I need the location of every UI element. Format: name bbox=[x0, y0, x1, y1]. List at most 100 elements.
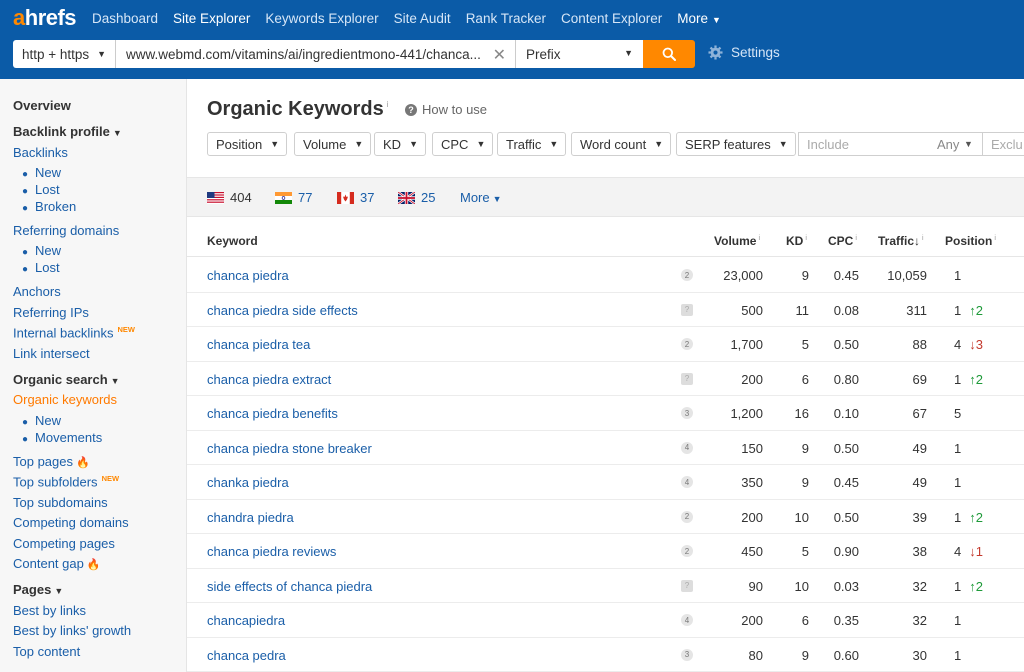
sidebar-referring-new[interactable]: ● New bbox=[22, 243, 61, 258]
filter-word-count[interactable]: Word count ▼ bbox=[571, 132, 672, 156]
sidebar-backlinks-lost[interactable]: ● Lost bbox=[22, 182, 60, 197]
serp-features-badge[interactable]: ? bbox=[681, 303, 693, 316]
include-match-select[interactable]: Any bbox=[937, 137, 959, 152]
serp-features-badge[interactable]: 2 bbox=[681, 545, 693, 557]
keyword-link[interactable]: chanca piedra reviews bbox=[207, 544, 336, 559]
sidebar-best-by-links-growth[interactable]: Best by links' growth bbox=[13, 623, 131, 638]
sidebar-anchors[interactable]: Anchors bbox=[13, 284, 61, 299]
sidebar-top-content[interactable]: Top content bbox=[13, 644, 80, 659]
clear-icon[interactable]: ✕ bbox=[493, 45, 506, 65]
col-traffic[interactable]: Traffic↓ i bbox=[878, 234, 924, 248]
keyword-link[interactable]: chanca pedra bbox=[207, 648, 286, 663]
settings-link[interactable]: Settings bbox=[708, 45, 780, 60]
table-row[interactable]: chanca piedra stone breaker 4 150 9 0.50 49 1 bbox=[187, 431, 1024, 465]
info-icon[interactable]: i bbox=[387, 100, 389, 109]
sidebar-competing-pages[interactable]: Competing pages bbox=[13, 536, 115, 551]
sidebar-organic-keywords[interactable]: Organic keywords bbox=[13, 392, 117, 407]
col-kd[interactable]: KD i bbox=[786, 234, 807, 248]
serp-features-badge[interactable]: 3 bbox=[681, 407, 693, 419]
include-input[interactable]: Include Any ▼ bbox=[798, 132, 983, 156]
serp-features-badge[interactable]: ? bbox=[681, 579, 693, 592]
table-row[interactable]: chancapiedra 4 200 6 0.35 32 1 bbox=[187, 603, 1024, 638]
sidebar-backlinks-broken[interactable]: ● Broken bbox=[22, 199, 76, 214]
nav-rank-tracker[interactable]: Rank Tracker bbox=[466, 11, 546, 26]
sidebar-content-gap[interactable]: Content gap 🔥 bbox=[13, 556, 101, 571]
sidebar-link-intersect[interactable]: Link intersect bbox=[13, 346, 90, 361]
sidebar-overview[interactable]: Overview bbox=[13, 98, 71, 113]
nav-content-explorer[interactable]: Content Explorer bbox=[561, 11, 662, 26]
sidebar-pages[interactable]: Pages ▼ bbox=[13, 582, 63, 597]
nav-more[interactable]: More ▼ bbox=[677, 11, 721, 26]
exclude-input[interactable]: Exclu bbox=[982, 132, 1024, 156]
sidebar-competing-domains[interactable]: Competing domains bbox=[13, 515, 129, 530]
filter-serp-features[interactable]: SERP features ▼ bbox=[676, 132, 796, 156]
countries-more[interactable]: More ▼ bbox=[460, 190, 502, 205]
sidebar-organic-search[interactable]: Organic search ▼ bbox=[13, 372, 120, 387]
table-row[interactable]: chanca piedra tea 2 1,700 5 0.50 88 4 ↓3 bbox=[187, 327, 1024, 362]
country-us[interactable]: 404 bbox=[207, 190, 252, 205]
nav-site-explorer[interactable]: Site Explorer bbox=[173, 11, 250, 26]
serp-features-badge[interactable]: 2 bbox=[681, 338, 693, 350]
filter-cpc[interactable]: CPC ▼ bbox=[432, 132, 494, 156]
sidebar-referring-lost[interactable]: ● Lost bbox=[22, 260, 60, 275]
col-position[interactable]: Position i bbox=[945, 234, 996, 248]
how-to-use-link[interactable]: ? How to use bbox=[405, 102, 487, 117]
keyword-link[interactable]: chanca piedra side effects bbox=[207, 303, 358, 318]
keyword-link[interactable]: chanca piedra extract bbox=[207, 372, 331, 387]
sidebar-referring-ips[interactable]: Referring IPs bbox=[13, 305, 89, 320]
keyword-link[interactable]: chanka piedra bbox=[207, 475, 289, 490]
search-button[interactable] bbox=[643, 40, 695, 68]
sidebar-backlinks[interactable]: Backlinks bbox=[13, 145, 68, 160]
col-cpc[interactable]: CPC i bbox=[828, 234, 857, 248]
protocol-select[interactable]: http + https ▼ bbox=[13, 40, 116, 68]
sidebar-referring-domains[interactable]: Referring domains bbox=[13, 223, 119, 238]
sidebar-top-pages[interactable]: Top pages 🔥 bbox=[13, 454, 90, 469]
sidebar-organic-new[interactable]: ● New bbox=[22, 413, 61, 428]
table-row[interactable]: chanca piedra benefits 3 1,200 16 0.10 67 5 bbox=[187, 396, 1024, 431]
serp-features-badge[interactable]: 4 bbox=[681, 614, 693, 626]
filter-volume[interactable]: Volume ▼ bbox=[294, 132, 372, 156]
sidebar-top-subfolders[interactable]: Top subfolders NEW bbox=[13, 474, 119, 489]
serp-features-badge[interactable]: 3 bbox=[681, 648, 693, 661]
table-row[interactable]: chanca piedra extract? 200 6 0.80 69 1 ↑2 bbox=[187, 362, 1024, 396]
serp-features-badge[interactable]: 4 bbox=[681, 441, 693, 454]
sidebar-top-subdomains[interactable]: Top subdomains bbox=[13, 495, 108, 510]
filter-kd[interactable]: KD ▼ bbox=[374, 132, 426, 156]
serp-features-badge[interactable]: 2 bbox=[681, 510, 693, 523]
country-ca[interactable]: 37 bbox=[337, 190, 374, 205]
sidebar-backlinks-new[interactable]: ● New bbox=[22, 165, 61, 180]
keyword-link[interactable]: chanca piedra tea bbox=[207, 337, 310, 352]
keyword-link[interactable]: chanca piedra stone breaker bbox=[207, 441, 372, 456]
col-volume[interactable]: Volume i bbox=[714, 234, 760, 248]
table-row[interactable]: chanka piedra 4 350 9 0.45 49 1 bbox=[187, 465, 1024, 500]
country-in[interactable]: 77 bbox=[275, 190, 312, 205]
filter-traffic[interactable]: Traffic ▼ bbox=[497, 132, 567, 156]
nav-dashboard[interactable]: Dashboard bbox=[92, 11, 158, 26]
mode-select[interactable]: Prefix ▼ bbox=[516, 40, 643, 68]
filter-position[interactable]: Position ▼ bbox=[207, 132, 288, 156]
table-row[interactable]: chanca piedra side effects? 500 11 0.08 311 1… bbox=[187, 293, 1024, 327]
url-input[interactable]: www.webmd.com/vitamins/ai/ingredientmono… bbox=[116, 40, 516, 68]
table-row[interactable]: chanca piedra reviews 2 450 5 0.90 38 4 ↓1 bbox=[187, 534, 1024, 569]
nav-site-audit[interactable]: Site Audit bbox=[394, 11, 451, 26]
country-gb[interactable]: 25 bbox=[398, 190, 435, 205]
keyword-link[interactable]: chanca piedra benefits bbox=[207, 406, 338, 421]
serp-features-badge[interactable]: 2 bbox=[681, 269, 693, 281]
sidebar-organic-movements[interactable]: ● Movements bbox=[22, 430, 102, 445]
table-row[interactable]: chandra piedra 2 200 10 0.50 39 1 ↑2 bbox=[187, 500, 1024, 534]
nav-keywords-explorer[interactable]: Keywords Explorer bbox=[265, 11, 378, 26]
sidebar-best-by-links[interactable]: Best by links bbox=[13, 603, 86, 618]
serp-features-badge[interactable]: ? bbox=[681, 372, 693, 385]
table-row[interactable]: chanca pedra 3 80 9 0.60 30 1 bbox=[187, 638, 1024, 672]
keyword-link[interactable]: side effects of chanca piedra bbox=[207, 579, 372, 594]
sidebar-internal-backlinks[interactable]: Internal backlinks NEW bbox=[13, 325, 135, 340]
ahrefs-logo[interactable]: a hrefs bbox=[0, 5, 92, 31]
keyword-link[interactable]: chancapiedra bbox=[207, 613, 285, 628]
sidebar-backlink-profile[interactable]: Backlink profile ▼ bbox=[13, 124, 122, 139]
keyword-link[interactable]: chanca piedra bbox=[207, 268, 289, 283]
keyword-link[interactable]: chandra piedra bbox=[207, 510, 294, 525]
col-keyword[interactable]: Keyword bbox=[207, 234, 258, 248]
serp-features-badge[interactable]: 4 bbox=[681, 476, 693, 488]
table-row[interactable]: chanca piedra 2 23,000 9 0.45 10,059 1 bbox=[187, 258, 1024, 293]
table-row[interactable]: side effects of chanca piedra? 90 10 0.03 32… bbox=[187, 569, 1024, 603]
